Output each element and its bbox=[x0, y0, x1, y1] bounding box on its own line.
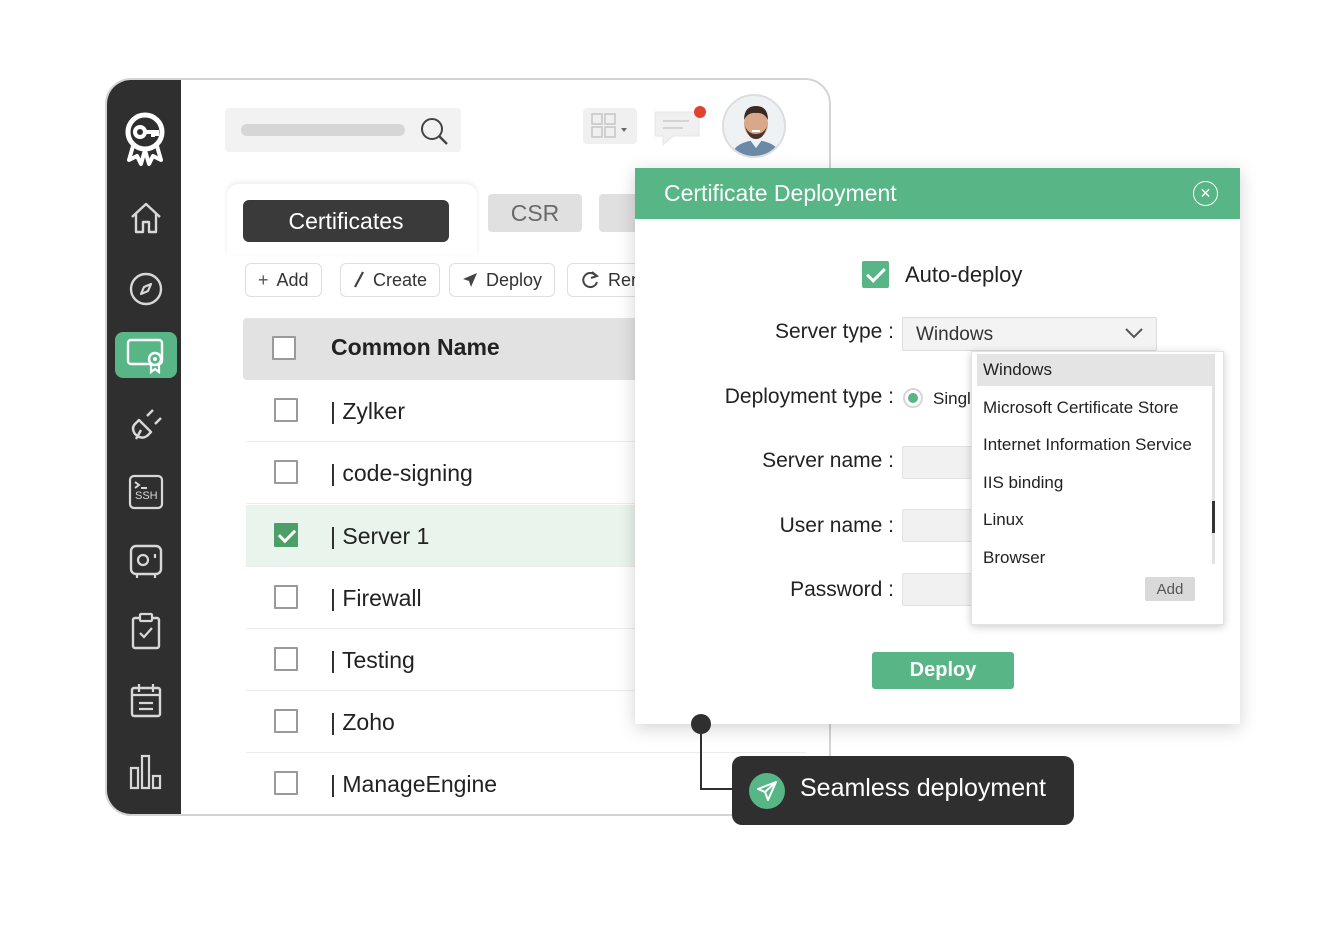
certificate-icon bbox=[126, 338, 164, 375]
server-type-select[interactable]: Windows bbox=[902, 317, 1157, 351]
row-common-name[interactable]: | Zoho bbox=[330, 709, 395, 736]
column-header-common-name[interactable]: Common Name bbox=[331, 334, 500, 361]
sidebar: SSH bbox=[107, 80, 181, 814]
dropdown-option[interactable]: Internet Information Service bbox=[977, 429, 1215, 461]
sidebar-integrations[interactable] bbox=[115, 402, 177, 448]
dialog-header: Certificate Deployment ✕ bbox=[635, 168, 1240, 219]
certificate-deployment-dialog: Certificate Deployment ✕ Auto-deploy Ser… bbox=[635, 168, 1240, 724]
user-name-label: User name : bbox=[779, 514, 894, 537]
user-name-field[interactable] bbox=[902, 509, 972, 542]
chevron-down-icon bbox=[1125, 328, 1143, 339]
row-common-name[interactable]: | Firewall bbox=[330, 585, 422, 612]
password-label: Password : bbox=[790, 578, 894, 601]
search-input[interactable] bbox=[225, 108, 461, 152]
ssh-label: SSH bbox=[135, 490, 158, 502]
plus-icon: + bbox=[258, 269, 269, 290]
deploy-button[interactable]: Deploy bbox=[872, 652, 1014, 689]
table-row[interactable]: | ManageEngine bbox=[246, 753, 806, 814]
notification-badge bbox=[694, 106, 706, 118]
plug-icon bbox=[131, 409, 162, 440]
user-avatar-icon bbox=[724, 96, 784, 156]
row-checkbox[interactable] bbox=[274, 647, 298, 671]
calendar-icon bbox=[130, 684, 162, 718]
pencil-icon bbox=[354, 271, 364, 288]
deploy-action-button[interactable]: Deploy bbox=[449, 263, 556, 297]
search-icon bbox=[421, 118, 448, 145]
server-name-label: Server name : bbox=[762, 449, 894, 472]
callout-connector-line bbox=[700, 788, 734, 790]
clipboard-check-icon bbox=[131, 612, 161, 650]
callout-text: Seamless deployment bbox=[800, 774, 1046, 802]
server-type-label: Server type : bbox=[774, 320, 894, 343]
dropdown-scroll-thumb[interactable] bbox=[1212, 501, 1215, 533]
row-common-name[interactable]: | Zylker bbox=[330, 398, 405, 425]
sidebar-reports[interactable] bbox=[115, 748, 177, 794]
close-icon: ✕ bbox=[1199, 185, 1212, 201]
create-button-label: Create bbox=[373, 269, 428, 290]
avatar[interactable] bbox=[722, 94, 786, 158]
app-switcher-button[interactable] bbox=[583, 108, 637, 144]
sidebar-discovery[interactable] bbox=[115, 266, 177, 312]
row-checkbox[interactable] bbox=[274, 398, 298, 422]
compass-icon bbox=[129, 272, 163, 306]
search-placeholder-bar bbox=[241, 124, 405, 136]
row-common-name[interactable]: | Testing bbox=[330, 647, 415, 674]
create-button[interactable]: Create bbox=[340, 263, 441, 297]
deployment-type-radio[interactable] bbox=[903, 388, 923, 408]
seamless-deployment-callout: Seamless deployment bbox=[732, 756, 1074, 825]
dropdown-add-button[interactable]: Add bbox=[1145, 577, 1195, 601]
row-checkbox[interactable] bbox=[274, 709, 298, 733]
row-checkbox[interactable] bbox=[274, 771, 298, 795]
dialog-title: Certificate Deployment bbox=[664, 180, 897, 206]
row-common-name[interactable]: | Server 1 bbox=[330, 523, 429, 550]
auto-deploy-checkbox[interactable] bbox=[862, 261, 889, 288]
sidebar-devices[interactable] bbox=[115, 538, 177, 584]
tab-csr[interactable]: CSR bbox=[488, 194, 582, 232]
server-type-dropdown: Windows Microsoft Certificate Store Inte… bbox=[971, 351, 1224, 625]
add-button[interactable]: + Add bbox=[245, 263, 322, 297]
sidebar-tasks[interactable] bbox=[115, 608, 177, 654]
dropdown-option[interactable]: Microsoft Certificate Store bbox=[977, 392, 1215, 424]
bar-chart-icon bbox=[129, 754, 162, 790]
deploy-action-label: Deploy bbox=[486, 269, 543, 290]
auto-deploy-label: Auto-deploy bbox=[905, 262, 1023, 287]
dropdown-option-windows[interactable]: Windows bbox=[977, 354, 1215, 386]
callout-connector-line bbox=[700, 724, 702, 790]
grid-icon bbox=[591, 113, 627, 138]
app-logo bbox=[121, 108, 169, 168]
sidebar-calendar[interactable] bbox=[115, 677, 177, 723]
select-all-checkbox[interactable] bbox=[272, 336, 296, 360]
dropdown-option[interactable]: Linux bbox=[977, 504, 1215, 536]
close-button[interactable]: ✕ bbox=[1193, 181, 1218, 206]
sidebar-home[interactable] bbox=[115, 195, 177, 241]
send-icon bbox=[463, 273, 477, 287]
password-field[interactable] bbox=[902, 573, 972, 606]
home-icon bbox=[131, 202, 161, 234]
server-name-field[interactable] bbox=[902, 446, 972, 479]
renew-icon bbox=[582, 271, 600, 289]
dropdown-option[interactable]: IIS binding bbox=[977, 467, 1215, 499]
tab-certificates[interactable]: Certificates bbox=[243, 200, 449, 242]
server-type-value: Windows bbox=[916, 324, 994, 345]
row-common-name[interactable]: | ManageEngine bbox=[330, 771, 497, 798]
dropdown-option[interactable]: Browser bbox=[977, 542, 1215, 574]
deployment-type-option: Singl bbox=[933, 389, 971, 408]
device-icon bbox=[129, 544, 163, 578]
sidebar-ssh[interactable]: SSH bbox=[115, 469, 177, 515]
row-checkbox[interactable] bbox=[274, 585, 298, 609]
row-common-name[interactable]: | code-signing bbox=[330, 460, 473, 487]
deployment-type-label: Deployment type : bbox=[724, 385, 894, 408]
row-checkbox-checked[interactable] bbox=[274, 523, 298, 547]
sidebar-certificates[interactable] bbox=[115, 332, 177, 378]
paper-plane-icon bbox=[749, 773, 785, 809]
row-checkbox[interactable] bbox=[274, 460, 298, 484]
add-button-label: Add bbox=[276, 269, 309, 290]
